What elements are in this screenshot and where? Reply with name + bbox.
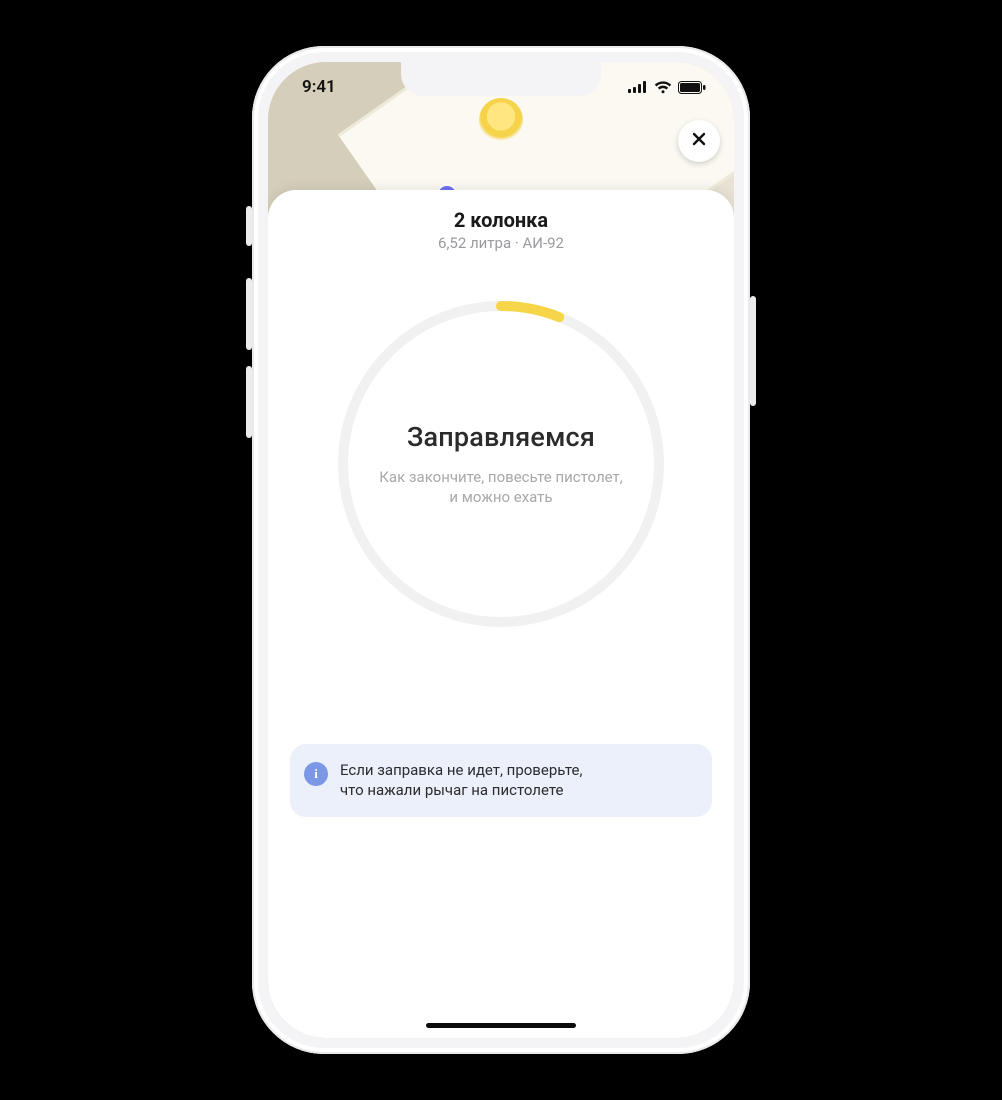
progress-title: Заправляемся xyxy=(407,421,595,453)
bottom-sheet: 2 колонка 6,52 литра · АИ-92 Заправляемс… xyxy=(268,190,734,1038)
side-button-volume-down xyxy=(246,366,252,438)
close-button[interactable] xyxy=(678,120,720,162)
progress-description: Как закончите, повесьте пистолет, и можн… xyxy=(379,467,622,508)
tip-banner: i Если заправка не идет, проверьте, что … xyxy=(290,744,712,817)
status-time: 9:41 xyxy=(302,77,336,97)
home-indicator[interactable] xyxy=(426,1023,576,1028)
wifi-icon xyxy=(654,81,672,94)
side-button-silent xyxy=(246,206,252,246)
tip-text: Если заправка не идет, проверьте, что на… xyxy=(340,760,582,801)
screen: P 9:41 xyxy=(268,62,734,1038)
notch xyxy=(401,62,601,96)
sheet-title: 2 колонка xyxy=(454,208,548,232)
side-button-volume-up xyxy=(246,278,252,350)
phone-frame: P 9:41 xyxy=(252,46,750,1054)
sheet-subtitle: 6,52 литра · АИ-92 xyxy=(438,234,564,252)
cellular-icon xyxy=(628,81,648,93)
info-icon: i xyxy=(304,762,328,786)
status-right xyxy=(628,81,706,94)
progress-ring: Заправляемся Как закончите, повесьте пис… xyxy=(331,294,671,634)
side-button-power xyxy=(750,296,756,406)
close-icon xyxy=(691,131,707,151)
battery-icon xyxy=(678,81,706,94)
